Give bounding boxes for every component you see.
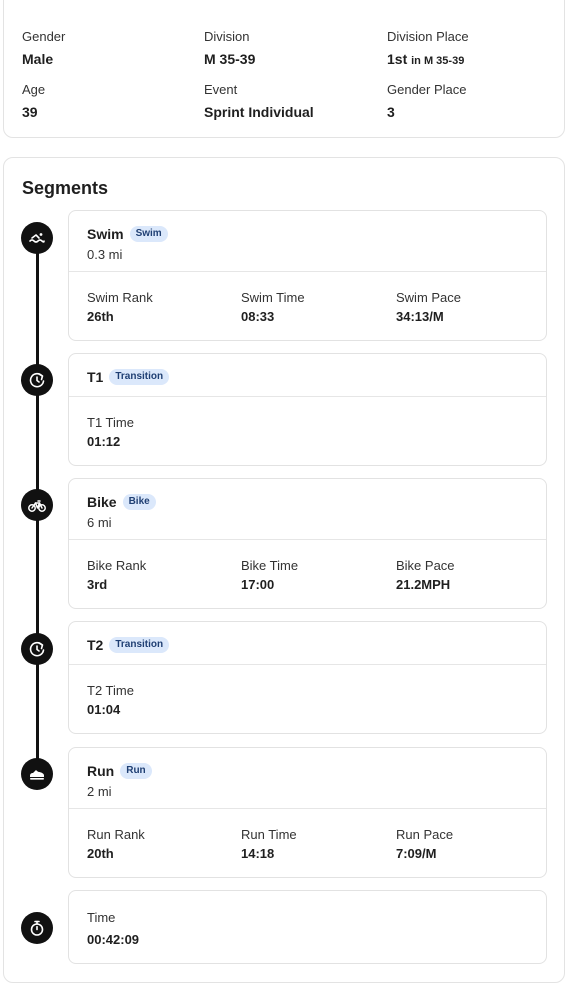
gender-place-label: Gender Place [387,82,467,97]
segment-type-badge: Run [120,762,152,779]
segment-distance: 6 mi [87,515,112,530]
segment-divider [69,808,546,809]
stat-label: T2 Time [87,683,134,698]
event-value: Sprint Individual [204,104,314,120]
stat-time: Bike Time 17:00 [241,558,298,593]
segment-type-badge: Transition [109,636,170,653]
stat-label: Run Pace [396,827,454,842]
segment-distance: 0.3 mi [87,247,123,262]
segment-header: T2 Transition [69,622,546,654]
stat-value: 01:04 [87,702,121,717]
bike-icon [21,489,53,521]
segment-type-badge: Transition [109,368,170,385]
stat-time: Swim Time 08:33 [241,290,305,325]
total-time-card: Time 00:42:09 [68,890,547,964]
stat-label: Swim Rank [87,290,153,305]
segment-name: Bike [87,493,117,510]
stat-value: 08:33 [241,309,275,324]
segment-name: Swim [87,225,124,242]
age-label: Age [22,82,46,97]
segment-header: Swim Swim 0.3 mi [69,211,546,262]
segment-divider [69,396,546,397]
transition-icon [21,364,53,396]
stat-rank: Bike Rank 3rd [87,558,146,593]
stat-label: Run Rank [87,827,145,842]
segment-type-badge: Bike [122,493,156,510]
segment-t2[interactable]: T2 Transition T2 Time 01:04 [68,621,547,734]
event-label: Event [204,82,238,97]
stat-label: T1 Time [87,415,134,430]
segment-header: T1 Transition [69,354,546,386]
gender-place-field: Gender Place 3 [387,82,467,121]
total-time: Time 00:42:09 [87,910,139,948]
segment-header: Bike Bike 6 mi [69,479,546,530]
stat-label: Swim Pace [396,290,462,305]
stat-value: 34:13/M [396,309,444,324]
segment-header: Run Run 2 mi [69,748,546,799]
age-field: Age 39 [22,82,45,121]
division-label: Division [204,29,250,44]
stat-time: Run Time 14:18 [241,827,297,862]
division-value: M 35-39 [204,51,256,67]
stat-label: Swim Time [241,290,305,305]
division-place-suffix: in M 35-39 [411,55,465,67]
division-place-value-wrap: 1st in M 35-39 [387,50,469,70]
segment-bike[interactable]: Bike Bike 6 mi Bike Rank 3rd Bike Time 17… [68,478,547,609]
segment-divider [69,539,546,540]
event-field: Event Sprint Individual [204,82,314,121]
stat-value: 26th [87,309,114,324]
transition-icon [21,633,53,665]
division-field: Division M 35-39 [204,29,255,68]
stat-value: 21.2MPH [396,577,451,592]
stat-value: 01:12 [87,434,121,449]
stat-pace: Run Pace 7:09/M [396,827,453,862]
gender-value: Male [22,51,54,67]
segment-divider [69,271,546,272]
stat-time: T2 Time 01:04 [87,683,134,718]
stat-pace: Bike Pace 21.2MPH [396,558,455,593]
segment-type-badge: Swim [129,225,168,242]
stat-value: 20th [87,846,114,861]
stat-rank: Run Rank 20th [87,827,145,862]
segments-title: Segments [22,178,109,198]
division-place-field: Division Place 1st in M 35-39 [387,29,469,70]
segment-t1[interactable]: T1 Transition T1 Time 01:12 [68,353,547,466]
segment-name: T2 [87,636,104,653]
segment-divider [69,664,546,665]
stat-label: Bike Pace [396,558,455,573]
segments-card: Segments Swim Swim 0.3 mi Swim Rank 26th … [3,157,565,983]
stat-value: 3rd [87,577,108,592]
gender-field: Gender Male [22,29,65,68]
stopwatch-icon [21,912,53,944]
swim-icon [21,222,53,254]
stat-rank: Swim Rank 26th [87,290,153,325]
stat-label: Bike Rank [87,558,147,573]
stat-label: Bike Time [241,558,299,573]
total-time-label: Time [87,910,116,925]
run-shoe-icon [21,758,53,790]
stat-value: 14:18 [241,846,275,861]
athlete-info-card: Gender Male Division M 35-39 Division Pl… [3,0,565,138]
division-place-label: Division Place [387,29,469,44]
stat-value: 7:09/M [396,846,437,861]
stat-time: T1 Time 01:12 [87,415,134,450]
segment-distance: 2 mi [87,784,112,799]
stat-value: 17:00 [241,577,275,592]
division-place-value: 1st [387,51,408,67]
segment-swim[interactable]: Swim Swim 0.3 mi Swim Rank 26th Swim Time… [68,210,547,341]
gender-place-value: 3 [387,104,395,120]
age-value: 39 [22,104,38,120]
gender-label: Gender [22,29,66,44]
stat-label: Run Time [241,827,297,842]
segment-run[interactable]: Run Run 2 mi Run Rank 20th Run Time 14:18… [68,747,547,878]
segment-name: Run [87,762,115,779]
total-time-value: 00:42:09 [87,932,140,947]
segment-name: T1 [87,368,104,385]
stat-pace: Swim Pace 34:13/M [396,290,461,325]
